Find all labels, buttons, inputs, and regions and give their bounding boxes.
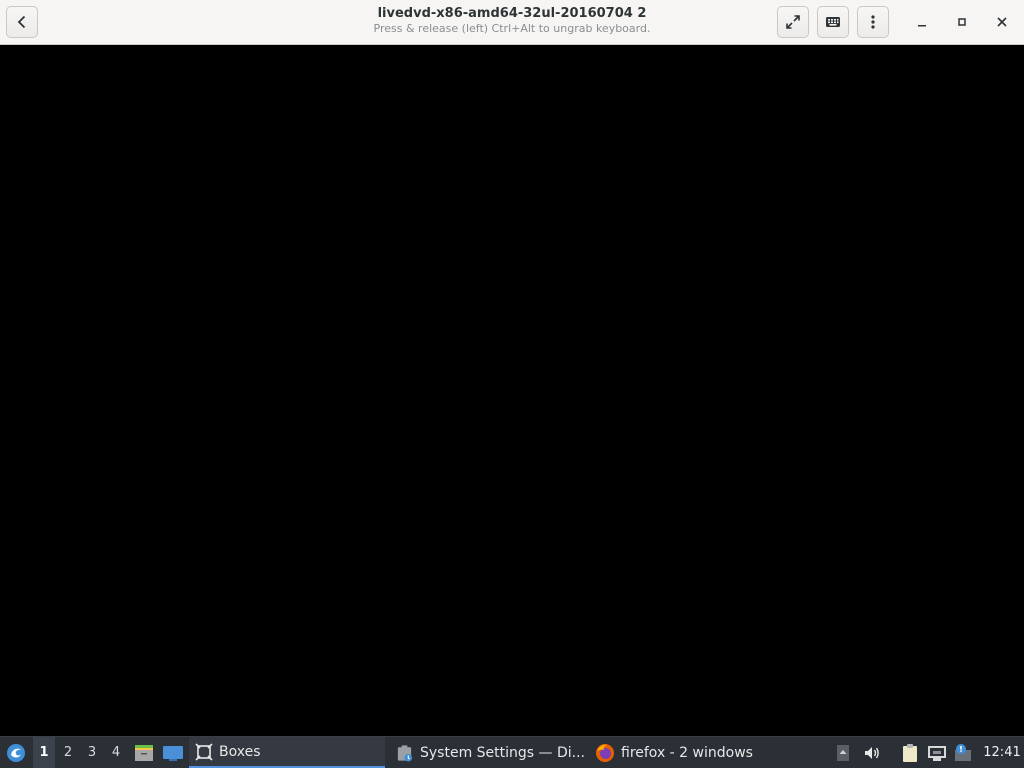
file-manager-icon (135, 744, 153, 761)
clipboard-button[interactable] (899, 737, 921, 768)
header-bar: livedvd-x86-amd64-32ul-20160704 2 Press … (0, 0, 1024, 45)
system-settings-icon (397, 744, 413, 762)
clock[interactable]: 12:41 (982, 737, 1022, 768)
volume-icon (865, 746, 879, 759)
file-manager-launcher[interactable] (133, 737, 155, 768)
show-desktop-launcher[interactable] (161, 737, 185, 768)
desktop-icon (163, 745, 183, 761)
tray-expand-button[interactable] (834, 737, 852, 768)
app-menu-icon (7, 743, 25, 762)
fullscreen-button[interactable] (777, 6, 809, 38)
minimize-icon (918, 25, 926, 27)
taskbar: 1 2 3 4 Boxes System Settings — Di... fi… (0, 736, 1024, 768)
task-system-settings[interactable]: System Settings — Di... (389, 737, 585, 768)
window-subtitle: Press & release (left) Ctrl+Alt to ungra… (373, 22, 651, 35)
back-button[interactable] (6, 6, 38, 38)
fullscreen-icon (786, 15, 800, 29)
firefox-icon (596, 743, 614, 762)
keyboard-button[interactable] (817, 6, 849, 38)
network-button[interactable] (926, 737, 948, 768)
updates-button[interactable] (952, 737, 974, 768)
vertical-dots-icon (871, 15, 875, 29)
title-area: livedvd-x86-amd64-32ul-20160704 2 Press … (250, 5, 774, 36)
minimize-button[interactable] (908, 8, 936, 36)
keyboard-icon (826, 17, 840, 27)
tray-arrow-icon (837, 744, 849, 761)
task-label: firefox - 2 windows (621, 744, 753, 761)
workspace-4[interactable]: 4 (105, 737, 127, 768)
workspace-1[interactable]: 1 (33, 737, 55, 768)
workspace-3[interactable]: 3 (81, 737, 103, 768)
task-label: System Settings — Di... (420, 744, 585, 761)
maximize-icon (958, 18, 966, 26)
task-boxes[interactable]: Boxes (189, 737, 385, 768)
menu-button[interactable] (857, 6, 889, 38)
task-label: Boxes (219, 743, 261, 760)
clipboard-icon (903, 743, 917, 762)
app-menu-button[interactable] (4, 737, 28, 768)
volume-button[interactable] (862, 737, 882, 768)
chevron-left-icon (17, 15, 26, 29)
workspace-2[interactable]: 2 (57, 737, 79, 768)
boxes-icon (195, 742, 213, 761)
updates-icon (955, 743, 971, 761)
network-icon (928, 745, 946, 761)
maximize-button[interactable] (948, 8, 976, 36)
vm-display[interactable] (0, 45, 1024, 736)
close-icon (997, 17, 1007, 27)
task-firefox[interactable]: firefox - 2 windows (589, 737, 785, 768)
close-button[interactable] (988, 8, 1016, 36)
window-title: livedvd-x86-amd64-32ul-20160704 2 (377, 6, 647, 21)
